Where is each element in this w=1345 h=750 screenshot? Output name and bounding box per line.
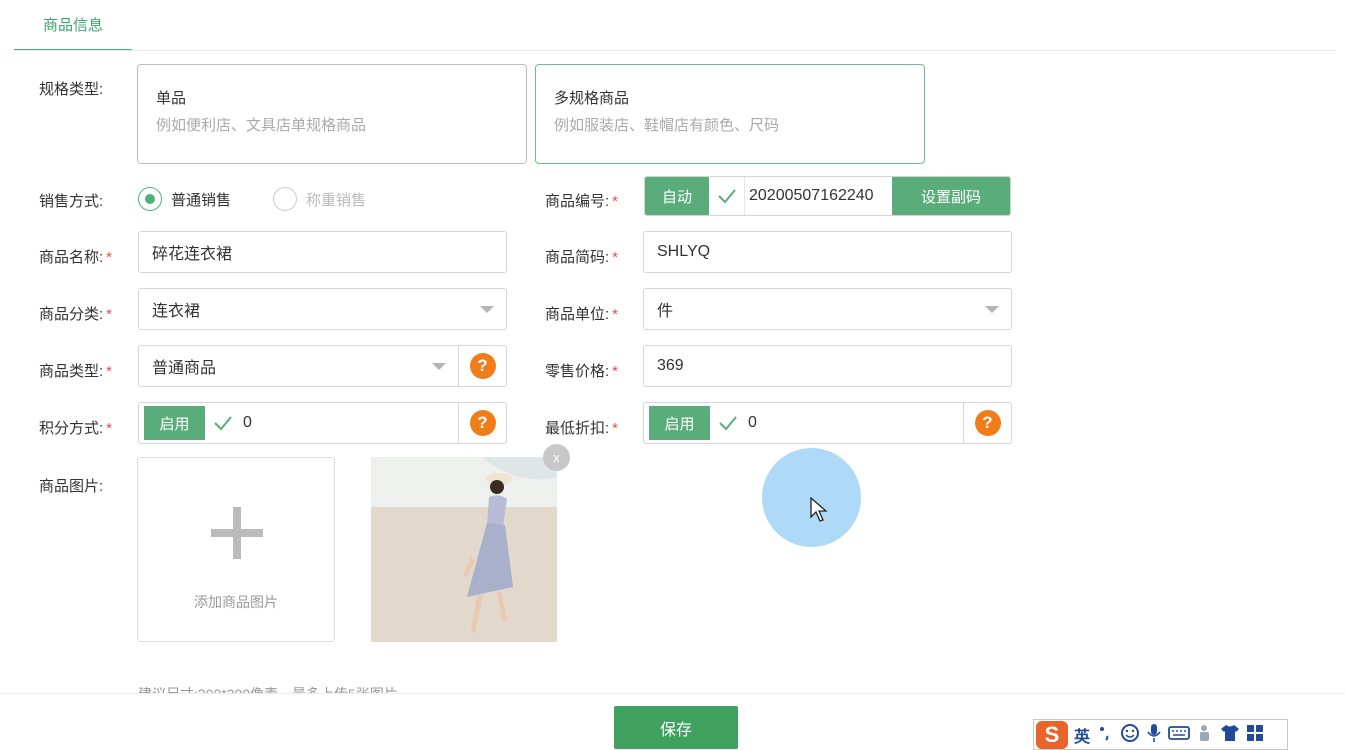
- image-size-hint: 建议尺寸:300*300像素，最多上传5张图片: [138, 681, 398, 693]
- set-barcode-button[interactable]: 设置副码: [892, 177, 1010, 215]
- spec-option-multi[interactable]: 多规格商品 例如服装店、鞋帽店有颜色、尺码: [535, 64, 925, 164]
- mouse-cursor-icon: [810, 496, 828, 527]
- question-icon: ?: [469, 353, 496, 379]
- product-code-group: 自动 20200507162240 设置副码: [644, 176, 1011, 216]
- plus-icon: [233, 507, 241, 559]
- min-discount-label: 最低折扣: *: [545, 420, 619, 437]
- chevron-down-icon: [985, 306, 999, 313]
- skin-shirt-icon[interactable]: [1220, 724, 1240, 746]
- toolbox-grid-icon[interactable]: [1246, 724, 1264, 746]
- short-code-input[interactable]: SHLYQ: [643, 231, 1012, 273]
- product-name-label: 商品名称: *: [39, 249, 113, 266]
- product-type-value: 普通商品: [152, 360, 217, 377]
- check-icon[interactable]: [709, 177, 745, 215]
- product-name-input[interactable]: 碎花连衣裙: [138, 231, 507, 273]
- spec-option-desc: 例如服装店、鞋帽店有颜色、尺码: [554, 117, 780, 134]
- unit-value: 件: [657, 303, 674, 320]
- save-button[interactable]: 保存: [614, 706, 738, 749]
- sogou-logo-icon[interactable]: S: [1036, 720, 1068, 749]
- category-value: 连衣裙: [152, 303, 201, 320]
- microphone-icon[interactable]: [1146, 723, 1162, 747]
- spec-option-title: 多规格商品: [554, 90, 630, 107]
- points-label: 积分方式: *: [39, 420, 113, 437]
- punctuation-icon[interactable]: [1096, 724, 1114, 746]
- min-discount-input[interactable]: 0: [746, 414, 963, 432]
- spec-option-desc: 例如便利店、文具店单规格商品: [156, 117, 367, 134]
- radio-checked-icon: [138, 187, 162, 211]
- chevron-down-icon: [480, 306, 494, 313]
- product-code-input[interactable]: 20200507162240: [745, 177, 892, 215]
- short-code-label: 商品简码: *: [545, 249, 619, 266]
- check-icon[interactable]: [710, 403, 746, 443]
- ime-toolbar[interactable]: S 英: [1033, 719, 1288, 750]
- spec-option-title: 单品: [156, 90, 187, 107]
- product-code-label: 商品编号: *: [545, 193, 619, 210]
- question-icon: ?: [469, 410, 496, 436]
- spec-type-label: 规格类型:: [39, 81, 104, 98]
- points-enable-button[interactable]: 启用: [144, 406, 205, 440]
- remove-image-button[interactable]: x: [543, 444, 570, 471]
- question-icon: ?: [974, 410, 1001, 436]
- product-image-thumbnail[interactable]: [371, 457, 557, 642]
- spec-option-single[interactable]: 单品 例如便利店、文具店单规格商品: [137, 64, 527, 164]
- unit-select[interactable]: 件: [643, 288, 1012, 330]
- retail-price-label: 零售价格: *: [545, 363, 619, 380]
- points-group: 启用 0 ?: [138, 402, 507, 444]
- product-type-label: 商品类型: *: [39, 363, 113, 380]
- radio-unchecked-icon: [273, 187, 297, 211]
- keyboard-icon[interactable]: [1168, 725, 1190, 745]
- radio-weighing-sale[interactable]: 称重销售: [273, 186, 366, 212]
- auto-toggle-button[interactable]: 自动: [645, 177, 709, 215]
- add-image-label: 添加商品图片: [194, 594, 278, 610]
- radio-label: 普通销售: [171, 191, 232, 209]
- emoji-icon[interactable]: [1120, 723, 1140, 747]
- points-help[interactable]: ?: [458, 403, 506, 443]
- category-label: 商品分类: *: [39, 306, 113, 323]
- chevron-down-icon: [432, 363, 446, 370]
- product-type-help[interactable]: ?: [458, 346, 506, 386]
- unit-label: 商品单位: *: [545, 306, 619, 323]
- discount-help[interactable]: ?: [963, 403, 1011, 443]
- tab-product-info[interactable]: 商品信息: [14, 0, 132, 51]
- radio-label: 称重销售: [306, 191, 367, 209]
- product-images-label: 商品图片:: [39, 478, 104, 495]
- ime-mode-toggle[interactable]: 英: [1074, 723, 1090, 747]
- points-input[interactable]: 0: [241, 414, 458, 432]
- product-type-select[interactable]: 普通商品: [139, 346, 458, 386]
- handwriting-icon[interactable]: [1196, 723, 1214, 747]
- tab-divider: [14, 50, 1336, 51]
- check-icon[interactable]: [205, 403, 241, 443]
- sales-method-label: 销售方式:: [39, 193, 104, 210]
- category-select[interactable]: 连衣裙: [138, 288, 507, 330]
- radio-normal-sale[interactable]: 普通销售: [138, 186, 231, 212]
- add-image-button[interactable]: 添加商品图片: [137, 457, 335, 642]
- retail-price-input[interactable]: 369: [643, 345, 1012, 387]
- discount-enable-button[interactable]: 启用: [649, 406, 710, 440]
- product-type-group: 普通商品 ?: [138, 345, 507, 387]
- min-discount-group: 启用 0 ?: [643, 402, 1012, 444]
